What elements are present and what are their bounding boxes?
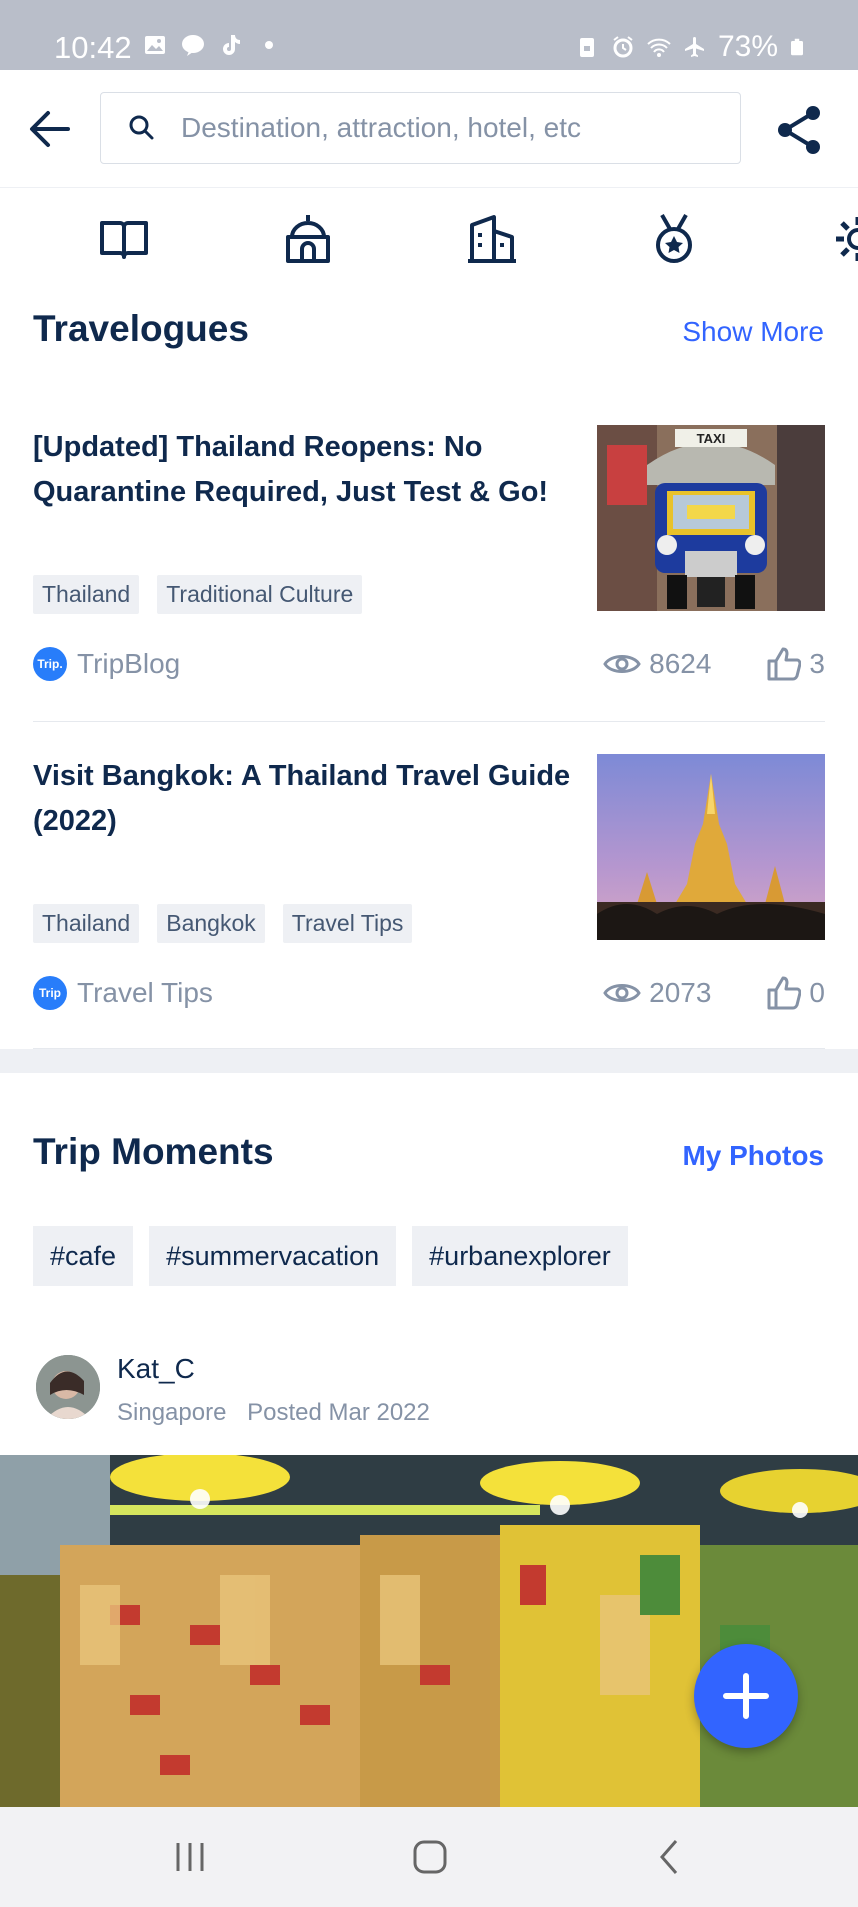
post-meta: Singapore Posted Mar 2022 <box>117 1399 430 1427</box>
top-bar <box>0 70 858 188</box>
plus-icon <box>723 1673 769 1719</box>
tag[interactable]: Thailand <box>33 575 140 614</box>
travelogue-title[interactable]: Visit Bangkok: A Thailand Travel Guide (… <box>33 754 573 844</box>
book-icon[interactable] <box>98 213 150 265</box>
search-bar[interactable] <box>100 92 741 164</box>
eye-icon <box>603 984 641 1002</box>
back-arrow-icon <box>30 111 70 147</box>
author-name: Travel Tips <box>77 977 213 1008</box>
travelogue-card[interactable]: [Updated] Thailand Reopens: No Quarantin… <box>33 425 825 685</box>
travelogue-card[interactable]: Visit Bangkok: A Thailand Travel Guide (… <box>33 754 825 1014</box>
post-date: Posted Mar 2022 <box>247 1399 430 1426</box>
moment-photo[interactable] <box>0 1455 858 1807</box>
moment-author[interactable]: Kat_C Singapore Posted Mar 2022 <box>33 1353 825 1427</box>
post-location: Singapore <box>117 1399 227 1426</box>
gear-icon[interactable] <box>832 213 858 265</box>
trip-logo-icon: Trip <box>33 976 67 1010</box>
show-more-link[interactable]: Show More <box>682 316 824 348</box>
medal-icon[interactable] <box>648 213 700 265</box>
divider <box>33 721 825 722</box>
stats-row: 2073 0 <box>603 976 825 1010</box>
section-separator <box>0 1049 858 1073</box>
home-icon[interactable] <box>410 1837 450 1877</box>
view-count: 2073 <box>649 977 712 1008</box>
alarm-icon <box>613 36 633 58</box>
recent-apps-icon[interactable] <box>170 1837 210 1877</box>
tag-list: Thailand Bangkok Travel Tips <box>33 904 413 943</box>
airplane-icon <box>684 37 704 57</box>
temple-icon[interactable] <box>282 213 334 265</box>
dot-icon <box>265 41 273 49</box>
travelogue-thumbnail-tuktuk[interactable]: TAXI <box>597 425 825 611</box>
svg-text:TAXI: TAXI <box>697 431 726 446</box>
battery-percent: 73% <box>717 30 778 63</box>
status-time: 10:42 <box>54 30 132 65</box>
category-row <box>0 205 858 275</box>
hashtag-chip[interactable]: #urbanexplorer <box>412 1226 628 1286</box>
travelogue-title[interactable]: [Updated] Thailand Reopens: No Quarantin… <box>33 425 573 515</box>
travelogues-title: Travelogues <box>33 308 249 349</box>
tag[interactable]: Traditional Culture <box>157 575 363 614</box>
hashtag-chip[interactable]: #cafe <box>33 1226 134 1286</box>
author-row[interactable]: Trip. TripBlog <box>33 647 180 681</box>
travelogue-thumbnail-temple[interactable] <box>597 754 825 940</box>
gallery-icon <box>145 36 165 54</box>
market-stall-image <box>0 1455 858 1807</box>
trip-moments-title: Trip Moments <box>33 1131 274 1172</box>
thumbs-up-icon[interactable] <box>767 976 802 1010</box>
trip-logo-icon: Trip. <box>33 647 67 681</box>
add-button[interactable] <box>694 1644 798 1748</box>
search-icon <box>129 115 154 140</box>
hashtag-list: #cafe #summervacation #urbanexplorer <box>33 1226 628 1286</box>
back-nav-icon[interactable] <box>650 1837 690 1877</box>
author-row[interactable]: Trip Travel Tips <box>33 976 213 1010</box>
tiktok-icon <box>223 35 240 55</box>
like-count: 0 <box>809 977 825 1008</box>
tag-list: Thailand Traditional Culture <box>33 575 363 614</box>
avatar[interactable] <box>36 1355 100 1419</box>
my-photos-link[interactable]: My Photos <box>682 1140 824 1172</box>
author-name: TripBlog <box>77 648 181 679</box>
eye-icon <box>603 655 641 673</box>
back-button[interactable] <box>22 104 78 154</box>
lock-icon <box>579 38 594 57</box>
battery-icon <box>791 38 803 56</box>
wifi-icon <box>647 38 671 57</box>
system-nav-bar <box>0 1807 858 1907</box>
line-icon <box>182 35 204 56</box>
thumbs-up-icon[interactable] <box>767 647 802 681</box>
tag[interactable]: Travel Tips <box>282 904 413 943</box>
user-name[interactable]: Kat_C <box>117 1353 195 1385</box>
search-input[interactable] <box>181 112 721 144</box>
building-icon[interactable] <box>466 213 518 265</box>
share-icon[interactable] <box>776 104 824 156</box>
hashtag-chip[interactable]: #summervacation <box>149 1226 397 1286</box>
temple-image <box>597 754 825 940</box>
tag[interactable]: Bangkok <box>157 904 265 943</box>
status-bar: 10:42 73% <box>0 0 858 70</box>
tuktuk-image: TAXI <box>597 425 825 611</box>
tag[interactable]: Thailand <box>33 904 140 943</box>
stats-row: 8624 3 <box>603 647 825 681</box>
like-count: 3 <box>809 648 825 679</box>
view-count: 8624 <box>649 648 712 679</box>
